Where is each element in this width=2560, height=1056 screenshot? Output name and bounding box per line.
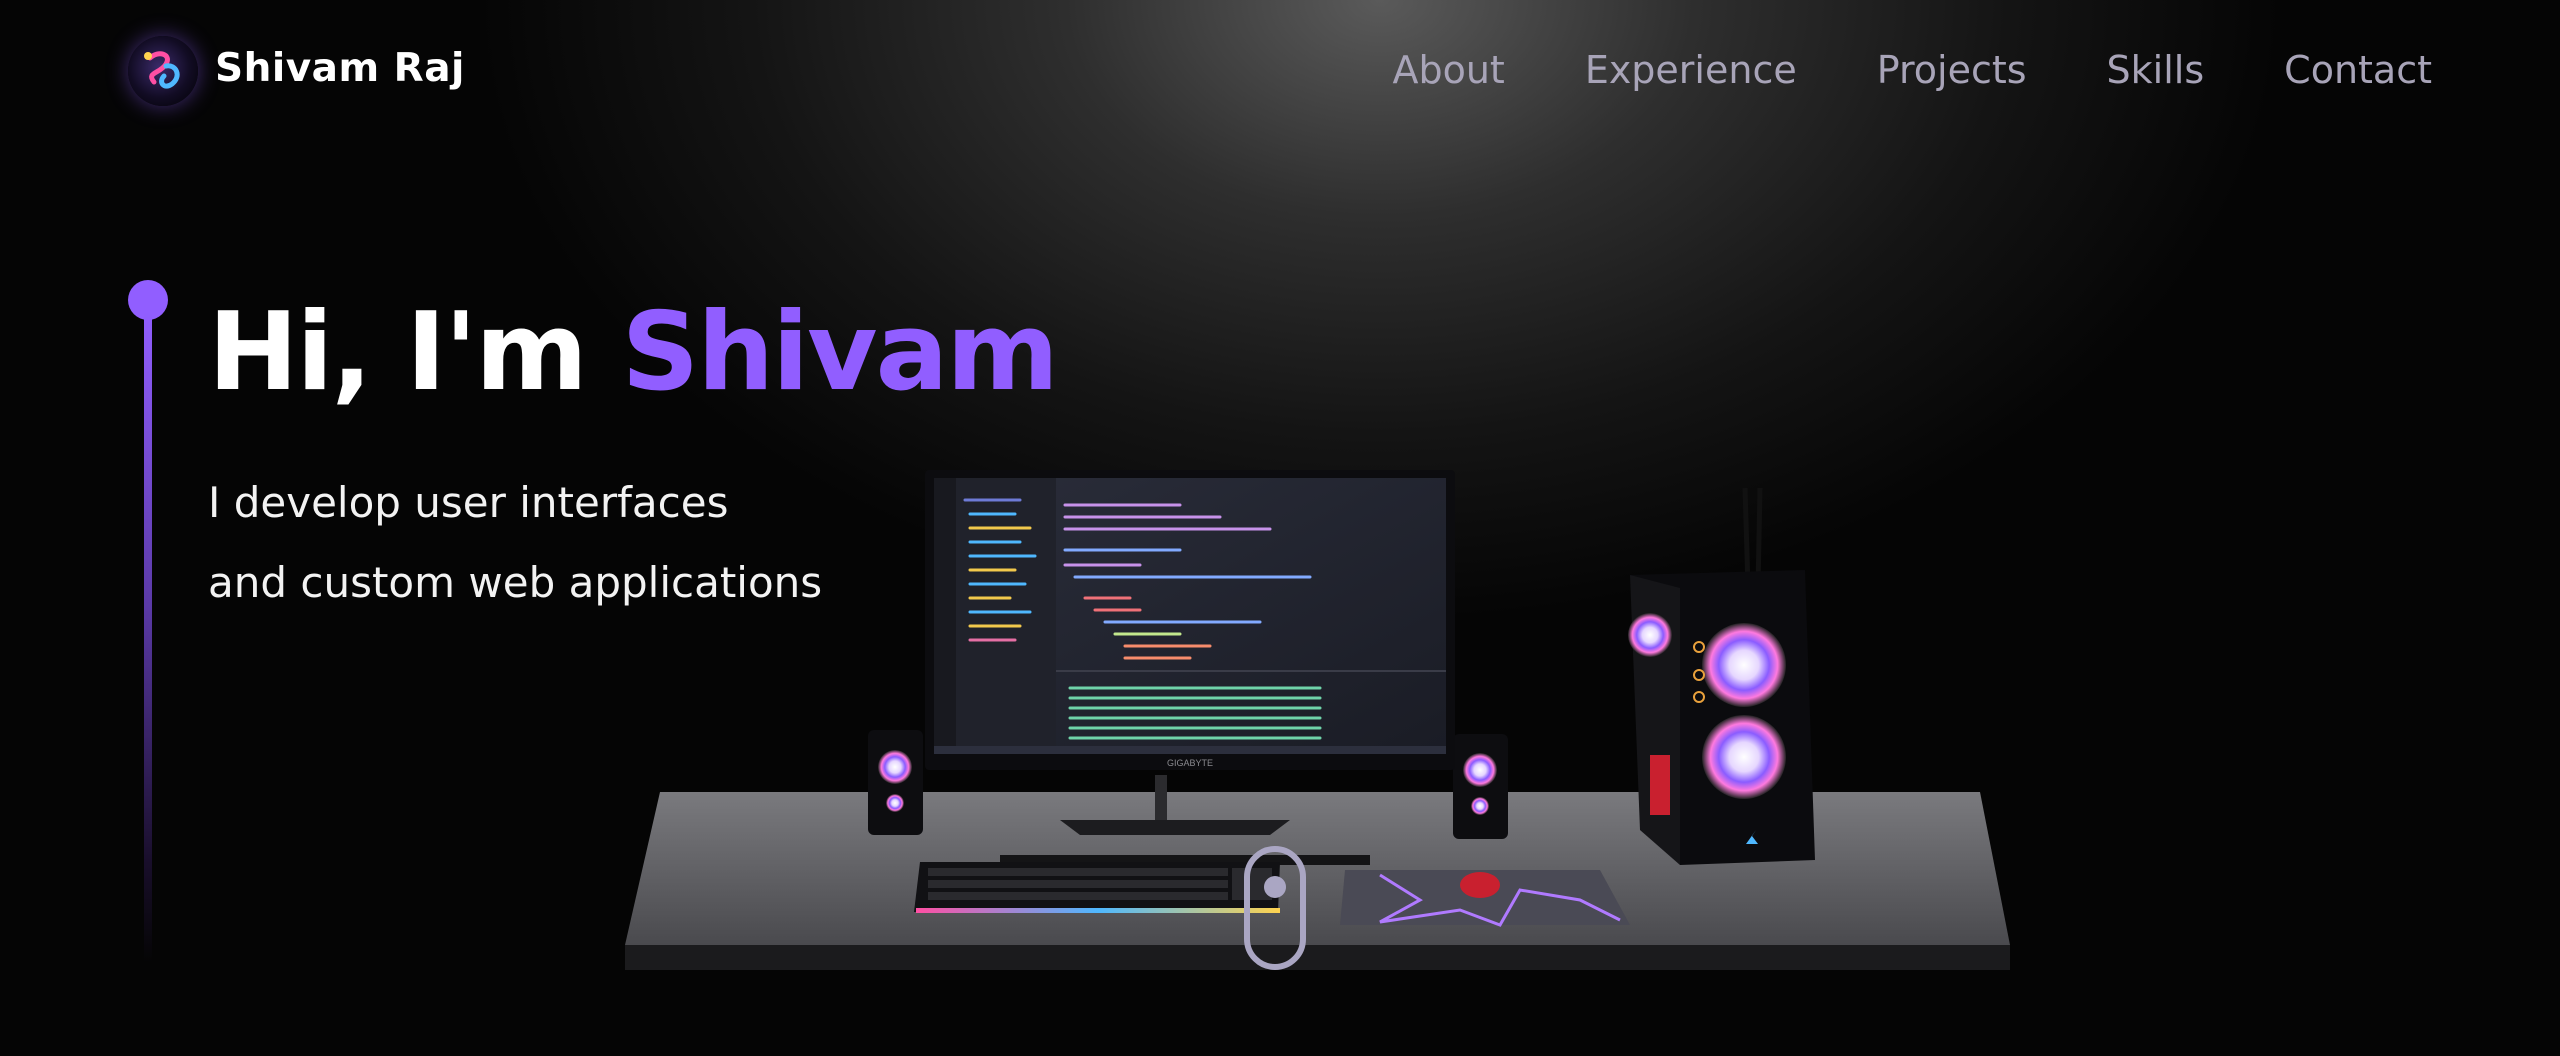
navbar: Shivam Raj About Experience Projects Ski… [0,0,2560,150]
pc-tower [1628,487,1815,865]
nav-item-projects[interactable]: Projects [1877,48,2027,92]
mouse-scroll-icon[interactable] [1244,846,1306,970]
scroll-wheel-dot [1264,876,1286,898]
nav-item-experience[interactable]: Experience [1585,48,1797,92]
brand-name[interactable]: Shivam Raj [215,46,465,91]
gaming-mouse [1460,872,1500,898]
hero-greeting: Hi, I'm [208,290,588,415]
timeline-line [144,312,152,962]
keyboard [914,862,1280,913]
monitor: GIGABYTE [925,470,1455,770]
nav-item-contact[interactable]: Contact [2284,48,2432,92]
hero-name: Shivam [621,290,1059,415]
right-speaker [1453,734,1508,839]
left-speaker [868,730,923,835]
nav-item-about[interactable]: About [1392,48,1504,92]
monitor-brand-label: GIGABYTE [1167,758,1213,768]
desk-setup-scene[interactable]: GIGABYTE [620,470,2020,1010]
gradient-orb-logo-icon[interactable] [128,36,198,106]
nav-links: About Experience Projects Skills Contact [1392,48,2432,92]
hero-heading: Hi, I'm Shivam [208,290,1059,415]
nav-item-skills[interactable]: Skills [2107,48,2205,92]
